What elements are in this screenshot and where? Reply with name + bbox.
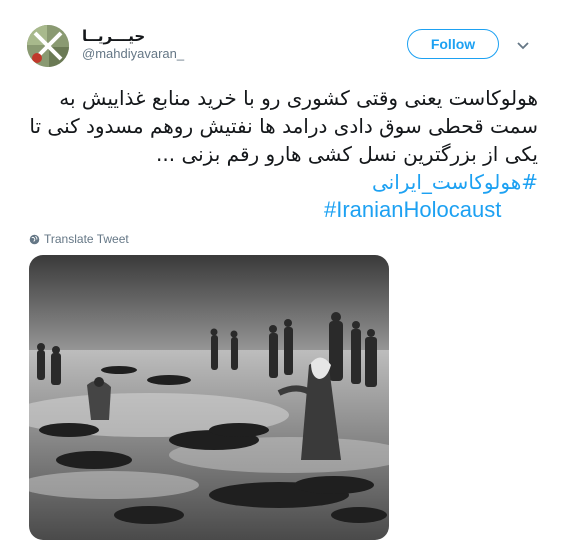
follow-button[interactable]: Follow xyxy=(407,29,499,59)
tweet-photo[interactable] xyxy=(29,255,389,540)
user-handle[interactable]: @mahdiyavaran_ xyxy=(82,46,184,61)
globe-icon xyxy=(29,234,40,244)
display-name[interactable]: حیـــریــا xyxy=(82,27,145,45)
hashtag-link-fa[interactable]: #هولوکاست_ایرانی xyxy=(22,168,538,196)
tweet-card: حیـــریــا @mahdiyavaran_ Follow هولوکاس… xyxy=(0,0,561,547)
tweet-line: هولوکاست یعنی وقتی کشوری رو با خرید مناب… xyxy=(59,86,538,110)
translate-label: Translate Tweet xyxy=(44,232,129,246)
tweet-line: سمت قحطی سوق دادی درامد ها نفتیش روهم مس… xyxy=(29,114,538,138)
translate-tweet-link[interactable]: Translate Tweet xyxy=(29,232,129,246)
tweet-text: هولوکاست یعنی وقتی کشوری رو با خرید مناب… xyxy=(22,84,538,224)
tweet-line: یکی از بزرگترین نسل کشی هارو رقم بزنی ..… xyxy=(156,142,538,166)
hashtag-link-en[interactable]: #IranianHolocaust xyxy=(22,196,538,224)
chevron-down-icon[interactable] xyxy=(516,38,530,52)
avatar[interactable] xyxy=(27,25,69,67)
